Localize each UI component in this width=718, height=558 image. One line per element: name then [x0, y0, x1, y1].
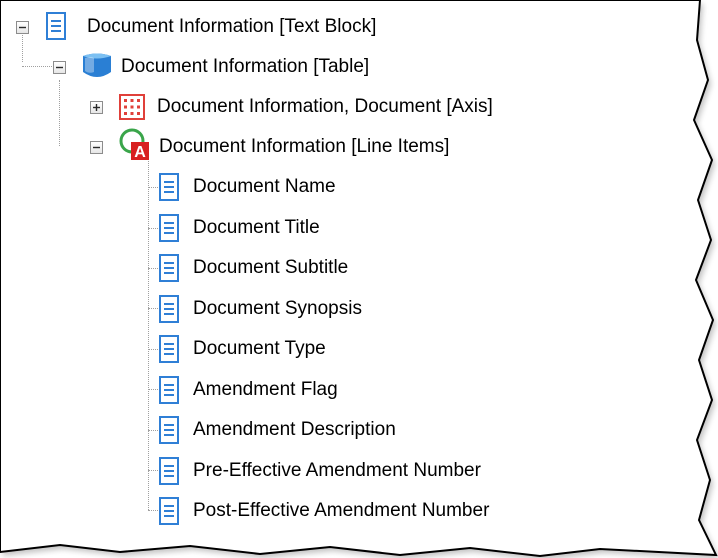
tree-node-label: Amendment Flag	[193, 379, 338, 400]
concept-icon	[159, 376, 187, 406]
tree-node-concept[interactable]: Document Name	[0, 172, 600, 202]
concept-icon	[159, 254, 187, 284]
tree-node-label: Document Name	[193, 176, 336, 197]
tree-node-text-block[interactable]: Document Information [Text Block]	[0, 12, 470, 42]
tree-node-label: Document Title	[193, 217, 320, 238]
tree-view: Document Information [Text Block] Docume…	[0, 0, 718, 558]
tree-node-concept[interactable]: Document Synopsis	[0, 294, 600, 324]
svg-text:A: A	[134, 144, 146, 161]
collapse-toggle[interactable]	[90, 141, 103, 154]
expand-toggle[interactable]	[90, 101, 103, 114]
tree-node-concept[interactable]: Document Type	[0, 334, 600, 364]
line-items-icon: A	[117, 128, 149, 161]
concept-icon	[159, 497, 187, 527]
tree-node-concept[interactable]: Amendment Flag	[0, 375, 600, 405]
concept-icon	[159, 335, 187, 365]
tree-node-label: Amendment Description	[193, 419, 396, 440]
tree-node-label: Document Type	[193, 338, 326, 359]
concept-icon	[159, 214, 187, 244]
tree-node-table[interactable]: Document Information [Table]	[0, 52, 470, 82]
tree-node-axis[interactable]: Document Information, Document [Axis]	[0, 92, 600, 122]
tree-node-label: Document Synopsis	[193, 298, 362, 319]
tree-node-label: Document Information [Table]	[121, 56, 370, 77]
tree-node-label: Document Information [Text Block]	[87, 16, 377, 37]
text-block-icon	[46, 12, 74, 42]
tree-node-label: Post-Effective Amendment Number	[193, 500, 490, 521]
tree-node-concept[interactable]: Document Subtitle	[0, 253, 600, 283]
tree-node-label: Pre-Effective Amendment Number	[193, 460, 481, 481]
concept-icon	[159, 416, 187, 446]
concept-icon	[159, 457, 187, 487]
axis-icon	[119, 94, 147, 124]
table-icon	[77, 52, 111, 82]
collapse-toggle[interactable]	[53, 61, 66, 74]
concept-icon	[159, 295, 187, 325]
tree-node-label: Document Information [Line Items]	[159, 136, 450, 157]
tree-node-concept[interactable]: Post-Effective Amendment Number	[0, 496, 600, 526]
tree-node-line-items[interactable]: A Document Information [Line Items]	[0, 128, 560, 162]
concept-icon	[159, 173, 187, 203]
tree-node-concept[interactable]: Document Title	[0, 213, 600, 243]
collapse-toggle[interactable]	[16, 21, 29, 34]
tree-node-label: Document Information, Document [Axis]	[157, 96, 493, 117]
tree-node-concept[interactable]: Amendment Description	[0, 415, 600, 445]
tree-node-concept[interactable]: Pre-Effective Amendment Number	[0, 456, 600, 486]
tree-node-label: Document Subtitle	[193, 257, 349, 278]
